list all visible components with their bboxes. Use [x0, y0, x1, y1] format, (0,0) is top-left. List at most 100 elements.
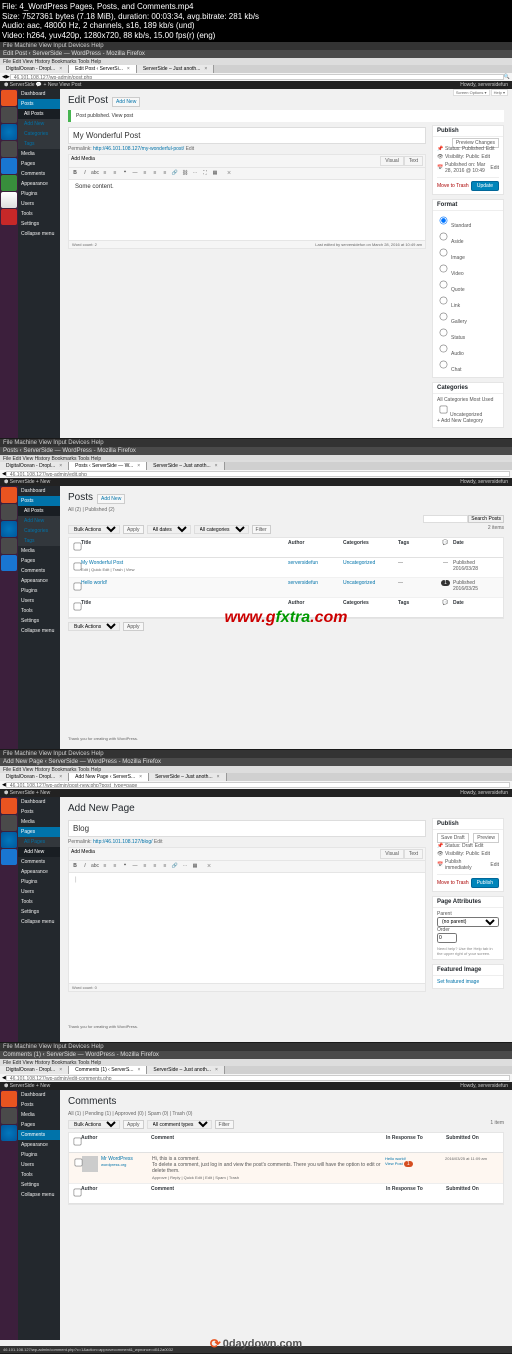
view-post-link[interactable]: View Post: [59, 82, 81, 88]
bullet-icon[interactable]: ≡: [101, 170, 109, 177]
toolbar-toggle-icon[interactable]: ▦: [211, 170, 219, 177]
align-right-icon[interactable]: ≡: [161, 863, 169, 870]
close-icon[interactable]: ×: [139, 774, 142, 780]
sidebar-tags[interactable]: Tags: [18, 536, 60, 546]
sidebar-collapse[interactable]: Collapse menu: [18, 1190, 60, 1200]
sidebar-media[interactable]: Media: [18, 1110, 60, 1120]
tab-add-page[interactable]: Add New Page ‹ ServerS...×: [69, 773, 149, 781]
post-author[interactable]: serversidefun: [288, 560, 343, 575]
filter-button[interactable]: Filter: [215, 1120, 234, 1129]
sidebar-appearance[interactable]: Appearance: [18, 1140, 60, 1150]
close-icon[interactable]: ×: [59, 1067, 62, 1073]
close-editor-icon[interactable]: ×: [225, 170, 233, 177]
sidebar-comments[interactable]: Comments: [18, 1130, 60, 1140]
sidebar-dashboard[interactable]: Dashboard: [18, 89, 60, 99]
more-icon[interactable]: ⋯: [191, 170, 199, 177]
sidebar-all-pages[interactable]: All Pages: [18, 837, 60, 847]
save-draft-button[interactable]: Save Draft: [437, 833, 469, 843]
close-icon[interactable]: ×: [204, 66, 207, 72]
more-icon[interactable]: ⋯: [181, 863, 189, 870]
sidebar-pages[interactable]: Pages: [18, 556, 60, 566]
bulk-actions-select[interactable]: Bulk Actions: [68, 622, 120, 631]
tab-digitalocean[interactable]: DigitalOcean - Dropl...×: [0, 462, 69, 470]
new-link[interactable]: + New: [36, 790, 50, 796]
order-input[interactable]: [437, 933, 457, 943]
row-checkbox[interactable]: [75, 1159, 83, 1167]
format-link[interactable]: Link: [437, 294, 499, 309]
app-icon[interactable]: [1, 1108, 17, 1124]
post-author[interactable]: serversidefun: [288, 580, 343, 595]
close-icon[interactable]: ×: [127, 66, 130, 72]
th-categories[interactable]: Categories: [343, 540, 398, 555]
th-response[interactable]: In Response To: [386, 1135, 446, 1150]
bullet-icon[interactable]: ≡: [101, 863, 109, 870]
sidebar-categories[interactable]: Categories: [18, 526, 60, 536]
app-icon[interactable]: [1, 538, 17, 554]
link-icon[interactable]: 🔗: [171, 863, 179, 870]
app-icon[interactable]: [1, 192, 17, 208]
firefox-menubar[interactable]: File Edit View History Bookmarks Tools H…: [0, 766, 512, 773]
apply-button[interactable]: Apply: [123, 525, 144, 534]
visual-tab[interactable]: Visual: [380, 156, 404, 166]
sidebar-settings[interactable]: Settings: [18, 907, 60, 917]
sidebar-settings[interactable]: Settings: [18, 616, 60, 626]
view-post-link[interactable]: View Post: [385, 1161, 403, 1166]
post-title-link[interactable]: Hello world!: [81, 580, 107, 586]
bulk-actions-select[interactable]: Bulk Actions: [68, 525, 120, 534]
sidebar-posts[interactable]: Posts: [18, 99, 60, 109]
wp-icon[interactable]: ⬢: [4, 1083, 8, 1089]
format-aside[interactable]: Aside: [437, 230, 499, 245]
sidebar-pages[interactable]: Pages: [18, 1120, 60, 1130]
format-image[interactable]: Image: [437, 246, 499, 261]
numlist-icon[interactable]: ≡: [111, 170, 119, 177]
th-title[interactable]: Title: [81, 540, 288, 555]
sidebar-appearance[interactable]: Appearance: [18, 179, 60, 189]
sidebar-pages[interactable]: Pages: [18, 159, 60, 169]
user-greeting[interactable]: Howdy, serversidefun: [460, 790, 508, 796]
author-url[interactable]: wordpress.org: [101, 1162, 133, 1167]
bulk-actions-select[interactable]: Bulk Actions: [68, 1120, 120, 1129]
format-chat[interactable]: Chat: [437, 358, 499, 373]
sidebar-users[interactable]: Users: [18, 199, 60, 209]
ubuntu-menubar[interactable]: File Machine View Input Devices Help: [0, 750, 512, 758]
italic-icon[interactable]: I: [81, 170, 89, 177]
th-submitted[interactable]: Submitted On: [446, 1135, 501, 1150]
files-icon[interactable]: [1, 798, 17, 814]
add-new-button[interactable]: Add New: [112, 97, 140, 107]
firefox-menubar[interactable]: File Edit View History Bookmarks Tools H…: [0, 455, 512, 462]
files-icon[interactable]: [1, 487, 17, 503]
apply-button[interactable]: Apply: [123, 1120, 144, 1129]
sidebar-media[interactable]: Media: [18, 546, 60, 556]
tab-digitalocean[interactable]: DigitalOcean - Dropl...×: [0, 1066, 69, 1074]
add-new-button[interactable]: Add New: [97, 494, 125, 504]
firefox-menubar[interactable]: File Edit View History Bookmarks Tools H…: [0, 58, 512, 65]
sidebar-tools[interactable]: Tools: [18, 1170, 60, 1180]
ubuntu-menubar[interactable]: File Machine View Input Devices Help: [0, 1043, 512, 1051]
close-icon[interactable]: ×: [137, 1067, 140, 1073]
sidebar-posts[interactable]: Posts: [18, 807, 60, 817]
bold-icon[interactable]: B: [71, 170, 79, 177]
page-title-input[interactable]: [68, 820, 426, 837]
strike-icon[interactable]: abc: [91, 863, 99, 870]
sidebar-users[interactable]: Users: [18, 596, 60, 606]
tab-digitalocean[interactable]: DigitalOcean - Dropl...×: [0, 773, 69, 781]
new-link[interactable]: + New: [36, 479, 50, 485]
preview-button[interactable]: Preview: [473, 833, 499, 843]
align-center-icon[interactable]: ≡: [151, 863, 159, 870]
permalink-edit[interactable]: Edit: [154, 839, 163, 845]
sidebar-dashboard[interactable]: Dashboard: [18, 1090, 60, 1100]
trash-link[interactable]: Move to Trash: [437, 183, 469, 189]
wp-icon[interactable]: ⬢: [4, 82, 8, 88]
sidebar-dashboard[interactable]: Dashboard: [18, 486, 60, 496]
select-all-checkbox[interactable]: [74, 1138, 82, 1146]
format-standard[interactable]: Standard: [437, 214, 499, 229]
close-icon[interactable]: ×: [59, 463, 62, 469]
app-icon[interactable]: [1, 158, 17, 174]
close-icon[interactable]: ×: [137, 463, 140, 469]
row-checkbox[interactable]: [74, 563, 82, 571]
tab-serverside[interactable]: ServerSide – Just anoth...×: [147, 462, 224, 470]
text-tab[interactable]: Text: [404, 156, 423, 166]
status-edit[interactable]: Edit: [475, 843, 484, 849]
trash-link[interactable]: Move to Trash: [437, 880, 469, 886]
url-input[interactable]: 46.101.108.127/wp-admin/post.php: [10, 74, 504, 80]
